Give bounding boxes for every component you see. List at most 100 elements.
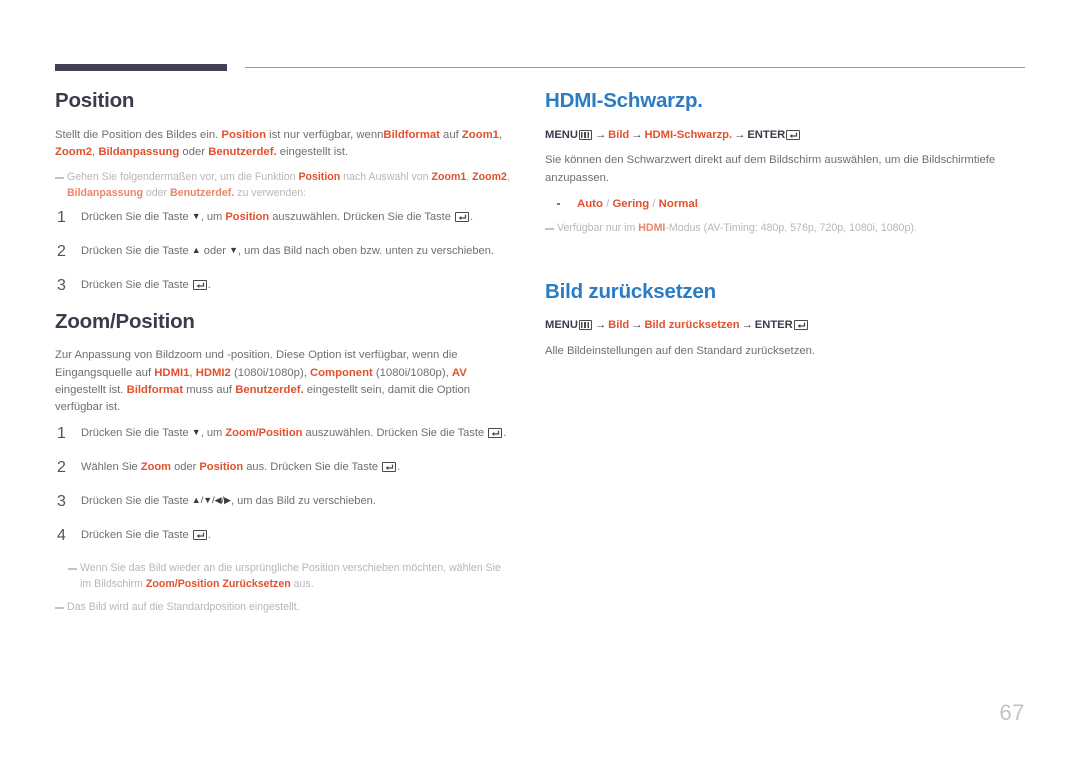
path-item-hdmi-schwarzp: HDMI-Schwarzp. bbox=[644, 128, 733, 141]
path-arrow-icon: → bbox=[741, 319, 753, 332]
term-zoom1: Zoom1 bbox=[431, 170, 467, 183]
term-hdmi2: HDMI2 bbox=[195, 366, 231, 379]
arrow-down-icon: ▼ bbox=[229, 244, 239, 255]
step-number: 1 bbox=[57, 208, 66, 226]
path-item-bild-zuruecksetzen: Bild zurücksetzen bbox=[644, 319, 740, 332]
term-benutzerdef: Benutzerdef. bbox=[170, 186, 235, 199]
menu-path-hdmi-schwarzp: MENU → Bild → HDMI-Schwarzp. → ENTER bbox=[545, 127, 1000, 144]
text-frag: , bbox=[498, 128, 503, 141]
hdmi-schwarzp-options: Auto / Gering / Normal bbox=[545, 196, 1000, 213]
zoom-position-intro-paragraph: Zur Anpassung von Bildzoom und -position… bbox=[55, 347, 510, 416]
step-number: 3 bbox=[57, 276, 66, 294]
term-position: Position bbox=[225, 210, 270, 223]
arrow-up-icon: ▲ bbox=[191, 244, 201, 255]
path-enter-label: ENTER bbox=[754, 319, 793, 332]
left-column: Position Stellt die Position des Bildes … bbox=[55, 89, 510, 623]
text-frag: -Modus (AV-Timing: 480p, 576p, 720p, 108… bbox=[665, 221, 917, 234]
position-intro-paragraph: Stellt die Position des Bildes ein. Posi… bbox=[55, 127, 510, 161]
path-arrow-icon: → bbox=[734, 128, 746, 141]
step-number: 1 bbox=[57, 425, 66, 443]
section-position: Position Stellt die Position des Bildes … bbox=[55, 89, 510, 294]
hdmi-schwarzp-note: Verfügbar nur im HDMI-Modus (AV-Timing: … bbox=[545, 221, 1000, 237]
term-hdmi: HDMI bbox=[638, 221, 666, 234]
text-frag: aus. bbox=[290, 578, 314, 591]
enter-key-icon bbox=[786, 129, 801, 140]
text-frag: oder bbox=[171, 461, 200, 474]
term-zoom: Zoom bbox=[140, 461, 172, 474]
path-arrow-icon: → bbox=[631, 319, 643, 332]
text-frag: . bbox=[207, 278, 211, 291]
option-gering: Gering bbox=[612, 197, 650, 210]
term-zoom-position: Zoom/Position bbox=[225, 427, 303, 440]
position-steps: 1 Drücken Sie die Taste ▼, um Position au… bbox=[55, 208, 510, 294]
text-frag: eingestellt ist. bbox=[276, 145, 349, 158]
step-item: 1 Drücken Sie die Taste ▼, um Zoom/Positi… bbox=[55, 425, 510, 442]
zoom-position-steps: 1 Drücken Sie die Taste ▼, um Zoom/Positi… bbox=[55, 425, 510, 544]
term-position: Position bbox=[298, 170, 341, 183]
term-bildformat: Bildformat bbox=[383, 128, 440, 141]
text-frag: muss auf bbox=[183, 383, 236, 396]
term-zoom-position-zuruecksetzen: Zoom/Position Zurücksetzen bbox=[145, 578, 291, 591]
step-item: 3 Drücken Sie die Taste . bbox=[55, 277, 510, 294]
section-title-hdmi-schwarzp: HDMI-Schwarzp. bbox=[545, 89, 703, 112]
menu-path-bild-zuruecksetzen: MENU → Bild → Bild zurücksetzen → ENTER bbox=[545, 317, 1000, 334]
section-bild-zuruecksetzen: Bild zurücksetzen MENU → Bild → Bild zurücks… bbox=[545, 279, 1000, 361]
term-hdmi1: HDMI1 bbox=[154, 366, 190, 379]
path-arrow-icon: → bbox=[594, 128, 607, 141]
menu-key-icon bbox=[578, 129, 592, 140]
text-frag: (1080i/1080p), bbox=[372, 366, 452, 379]
path-item-bild: Bild bbox=[608, 319, 630, 332]
option-separator: / bbox=[649, 197, 659, 210]
path-enter-label: ENTER bbox=[747, 128, 786, 141]
term-benutzerdef: Benutzerdef. bbox=[208, 145, 277, 158]
text-frag: (1080i/1080p), bbox=[230, 366, 310, 379]
enter-key-icon bbox=[192, 530, 207, 541]
text-frag: auszuwählen. Drücken Sie die Taste bbox=[302, 427, 488, 440]
menu-key-icon bbox=[578, 320, 592, 331]
term-bildanpassung: Bildanpassung bbox=[98, 145, 180, 158]
text-frag: Drücken Sie die Taste bbox=[81, 278, 192, 291]
position-note: Gehen Sie folgendermaßen vor, um die Fun… bbox=[55, 170, 510, 202]
arrow-down-icon: ▼ bbox=[191, 210, 201, 221]
text-frag: . bbox=[503, 427, 507, 440]
option-separator: / bbox=[602, 197, 613, 210]
text-frag: . bbox=[469, 210, 474, 223]
text-frag: aus. Drücken Sie die Taste bbox=[243, 461, 382, 474]
text-frag: Wählen Sie bbox=[81, 461, 141, 474]
text-frag: , bbox=[506, 170, 510, 183]
path-arrow-icon: → bbox=[594, 319, 607, 332]
step-number: 4 bbox=[57, 527, 66, 545]
text-frag: eingestellt ist. bbox=[55, 383, 127, 396]
arrow-down-icon: ▼ bbox=[191, 427, 201, 438]
enter-key-icon bbox=[793, 320, 808, 331]
text-frag: oder bbox=[142, 186, 171, 199]
text-frag: , um bbox=[200, 210, 226, 223]
text-frag: , um bbox=[200, 427, 226, 440]
text-frag: Drücken Sie die Taste bbox=[81, 427, 192, 440]
text-frag: Gehen Sie folgendermaßen vor, um die Fun… bbox=[67, 170, 299, 183]
zoom-position-note-1: Wenn Sie das Bild wieder an die ursprüng… bbox=[68, 561, 510, 593]
text-frag: Drücken Sie die Taste bbox=[81, 210, 192, 223]
manual-page: Position Stellt die Position des Bildes … bbox=[0, 0, 1080, 763]
step-number: 3 bbox=[57, 493, 66, 511]
step-item: 4 Drücken Sie die Taste . bbox=[55, 527, 510, 544]
option-item: Auto / Gering / Normal bbox=[557, 196, 1000, 213]
text-frag: ist nur verfügbar, wenn bbox=[265, 128, 384, 141]
term-av: AV bbox=[451, 366, 467, 379]
option-auto: Auto bbox=[577, 197, 603, 210]
path-menu-label: MENU bbox=[545, 319, 578, 332]
step-item: 2 Wählen Sie Zoom oder Position aus. Drüc… bbox=[55, 459, 510, 476]
zoom-position-note-2: Das Bild wird auf die Standardposition e… bbox=[55, 600, 510, 616]
term-benutzerdef: Benutzerdef. bbox=[235, 383, 304, 396]
text-frag: . bbox=[397, 461, 401, 474]
term-zoom2: Zoom2 bbox=[472, 170, 507, 183]
hdmi-schwarzp-description: Sie können den Schwarzwert direkt auf de… bbox=[545, 154, 996, 184]
section-title-bild-zuruecksetzen: Bild zurücksetzen bbox=[545, 279, 716, 303]
term-zoom2: Zoom2 bbox=[55, 145, 93, 158]
text-frag: Das Bild wird auf die Standardposition e… bbox=[67, 601, 300, 614]
term-position: Position bbox=[199, 461, 244, 474]
text-frag: Stellt die Position des Bildes ein. bbox=[55, 128, 222, 141]
header-rule-thick bbox=[55, 64, 227, 71]
header-rule-thin bbox=[245, 67, 1025, 68]
term-component: Component bbox=[309, 366, 373, 379]
